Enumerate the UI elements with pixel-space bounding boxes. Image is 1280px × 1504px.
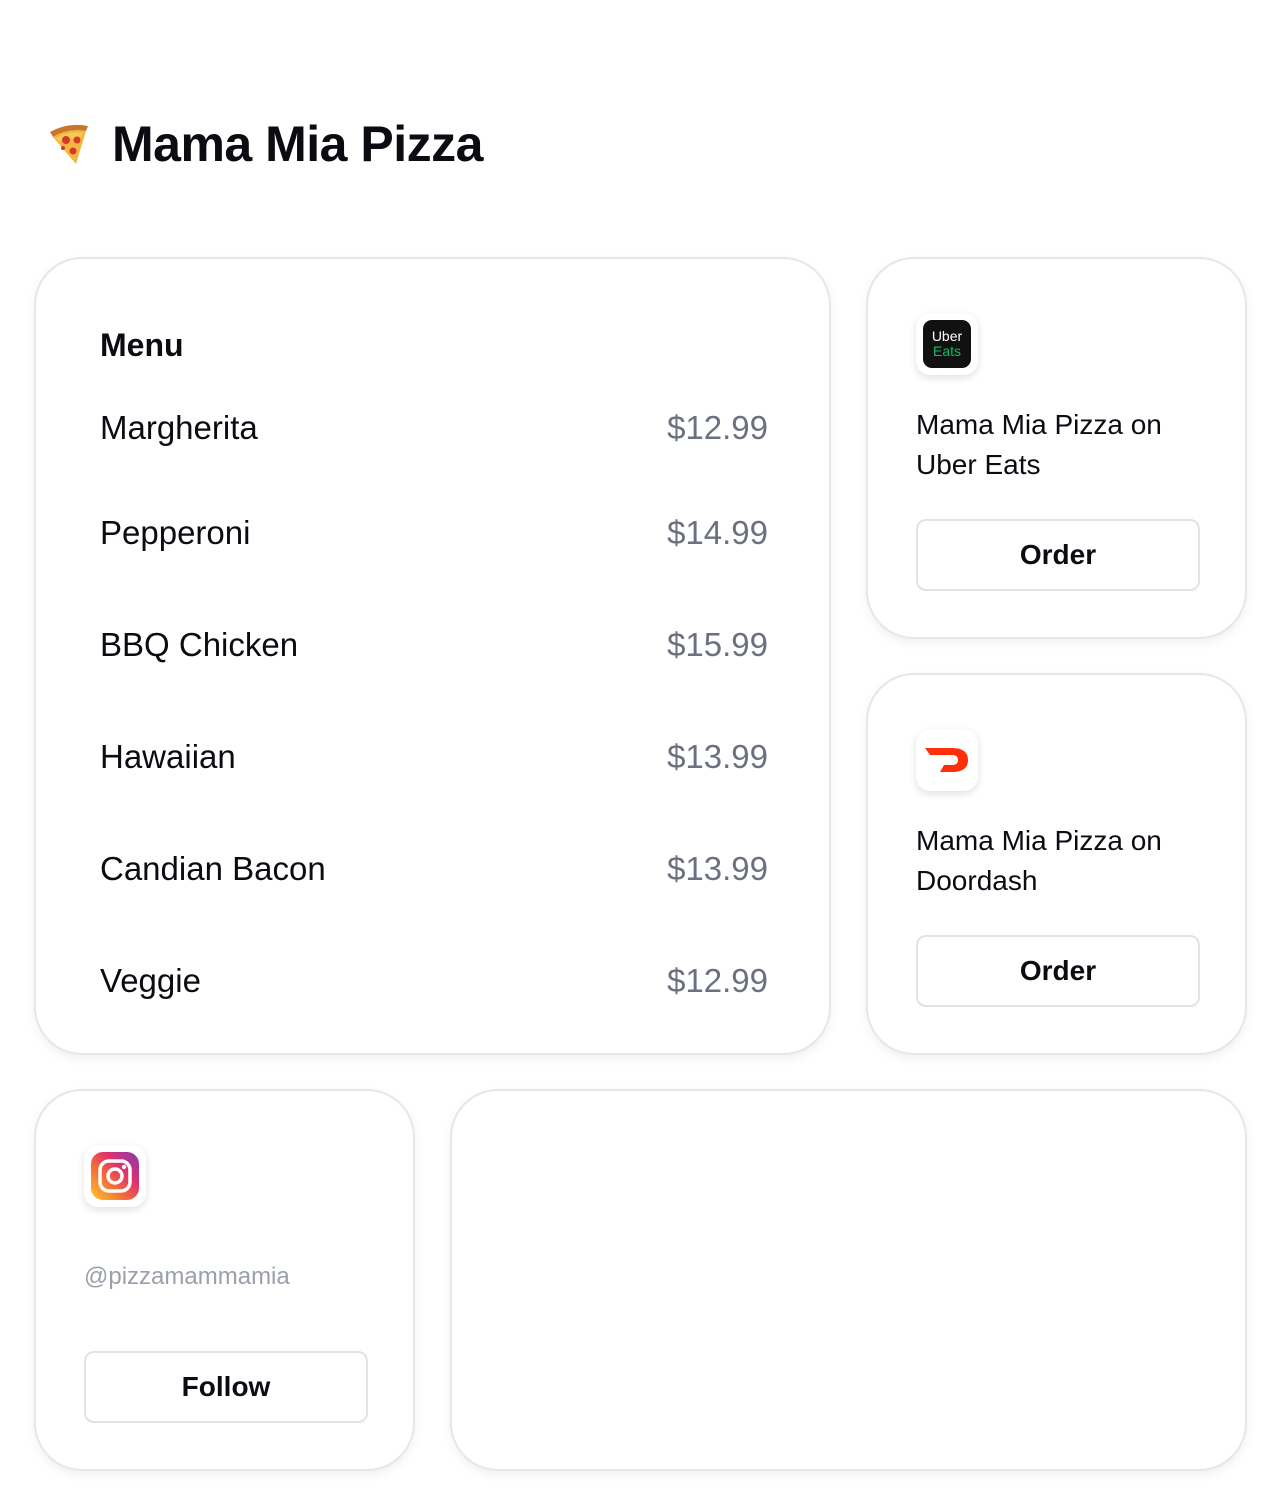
menu-item-name: BBQ Chicken — [100, 626, 299, 663]
instagram-handle[interactable]: @pizzamammamia — [84, 1263, 290, 1291]
uber-eats-order-button[interactable]: Order — [916, 519, 1200, 591]
uber-eats-icon: Uber Eats — [916, 313, 978, 375]
menu-item-price: $13.99 — [667, 738, 768, 775]
menu-item-name: Candian Bacon — [100, 850, 326, 887]
doordash-label: Mama Mia Pizza on Doordash — [916, 825, 1162, 896]
instagram-follow-button[interactable]: Follow — [84, 1351, 368, 1423]
instagram-icon — [84, 1145, 146, 1207]
menu-item-price: $15.99 — [667, 626, 768, 663]
menu-item-name: Pepperoni — [100, 514, 251, 551]
menu-item: Veggie $12.99 — [100, 925, 768, 1037]
menu-item-name: Veggie — [100, 962, 201, 999]
menu-item-price: $14.99 — [667, 514, 768, 551]
menu-title: Menu — [100, 327, 184, 363]
page-header: Mama Mia Pizza — [46, 112, 483, 176]
menu-item-name: Margherita — [100, 409, 258, 446]
menu-card: Menu Margherita $12.99 Pepperoni $14.99 … — [34, 257, 831, 1055]
page-title: Mama Mia Pizza — [112, 116, 483, 172]
menu-item-price: $13.99 — [667, 850, 768, 887]
doordash-card: Mama Mia Pizza on Doordash Order — [866, 673, 1247, 1055]
menu-item: Candian Bacon $13.99 — [100, 813, 768, 925]
empty-card — [450, 1089, 1247, 1471]
menu-item-price: $12.99 — [667, 962, 768, 999]
menu-item: Margherita $12.99 — [100, 409, 768, 477]
instagram-card: @pizzamammamia Follow — [34, 1089, 415, 1471]
menu-item: BBQ Chicken $15.99 — [100, 589, 768, 701]
uber-logo-text: Uber — [932, 328, 963, 344]
uber-eats-label: Mama Mia Pizza on Uber Eats — [916, 409, 1162, 480]
pizza-slice-icon — [46, 120, 94, 168]
doordash-icon — [916, 729, 978, 791]
doordash-order-button[interactable]: Order — [916, 935, 1200, 1007]
menu-item-name: Hawaiian — [100, 738, 236, 775]
menu-item: Hawaiian $13.99 — [100, 701, 768, 813]
uber-eats-card: Uber Eats Mama Mia Pizza on Uber Eats Or… — [866, 257, 1247, 639]
menu-item: Pepperoni $14.99 — [100, 477, 768, 589]
menu-list: Margherita $12.99 Pepperoni $14.99 BBQ C… — [100, 409, 768, 1037]
eats-logo-text: Eats — [933, 343, 961, 359]
menu-item-price: $12.99 — [667, 409, 768, 446]
